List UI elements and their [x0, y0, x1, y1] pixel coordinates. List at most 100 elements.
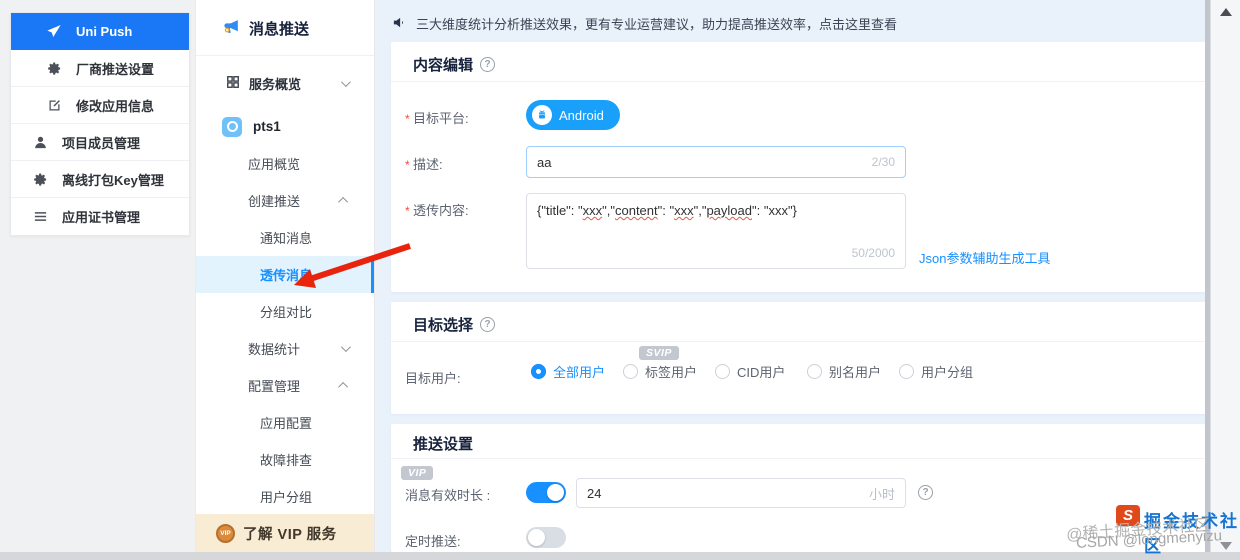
vip-medal-icon: VIP [216, 523, 235, 543]
push-horn-icon [222, 17, 241, 40]
sidebar-item-uni-push[interactable]: Uni Push [11, 13, 189, 50]
desc-input-value: aa [537, 154, 552, 170]
radio-dot [807, 364, 822, 379]
gear-icon [31, 170, 49, 188]
desc-char-counter: 2/30 [871, 155, 895, 169]
sidebar-item-label: 厂商推送设置 [76, 61, 155, 77]
chevron-down-icon [340, 77, 351, 88]
ttl-toggle[interactable] [526, 482, 566, 503]
push-module-sidebar: 消息推送 服务概览 pts1 应用概览 创建推送 通知消息 透传消息 分组对比 [195, 0, 375, 552]
paper-plane-icon [45, 22, 63, 40]
scroll-up-arrow-icon[interactable] [1220, 8, 1232, 16]
menu-item-data-statistics[interactable]: 数据统计 [196, 330, 374, 367]
android-icon [532, 105, 552, 125]
sidebar-item-vendor-push-settings[interactable]: 厂商推送设置 [11, 50, 189, 87]
sidebar-item-label: Uni Push [76, 23, 133, 39]
radio-dot [715, 364, 730, 379]
schedule-toggle[interactable] [526, 527, 566, 548]
menu-item-app-config[interactable]: 应用配置 [196, 404, 374, 441]
divider [391, 341, 1206, 342]
toggle-knob [528, 529, 545, 546]
vip-badge: VIP [401, 466, 434, 480]
ttl-unit: 小时 [868, 486, 895, 502]
radio-dot [531, 364, 546, 379]
content-edit-card: 内容编辑 ? 目标平台: Android 描述: aa 2/30 透传内容: {… [391, 42, 1206, 292]
sidebar-item-offline-key[interactable]: 离线打包Key管理 [11, 161, 189, 198]
menu-item-passthrough-message[interactable]: 透传消息 [196, 256, 374, 293]
divider [391, 81, 1206, 82]
chevron-up-icon [338, 196, 349, 207]
chevron-up-icon [338, 381, 349, 392]
list-icon [31, 208, 49, 226]
target-select-card: 目标选择 ? 目标用户: SVIP 全部用户 标签用户 CID用户 别名用户 用… [391, 302, 1206, 414]
divider [391, 458, 1206, 459]
platform-button-label: Android [559, 107, 604, 123]
radio-all-users[interactable]: 全部用户 [531, 362, 605, 381]
sidebar-item-edit-app-info[interactable]: 修改应用信息 [11, 87, 189, 124]
platform-label: 目标平台: [405, 108, 469, 127]
chevron-down-icon [340, 342, 351, 353]
menu-item-notification-message[interactable]: 通知消息 [196, 219, 374, 256]
scroll-down-arrow-icon[interactable] [1220, 542, 1232, 550]
menu-item-app-overview[interactable]: 应用概览 [196, 145, 374, 182]
section-title: 推送设置 [413, 436, 474, 453]
vertical-scrollbar[interactable] [1210, 0, 1240, 560]
sidebar-item-project-members[interactable]: 项目成员管理 [11, 124, 189, 161]
radio-user-groups[interactable]: 用户分组 [899, 362, 973, 381]
learn-vip-banner[interactable]: VIP 了解 VIP 服务 [196, 514, 374, 552]
android-platform-button[interactable]: Android [526, 100, 620, 130]
payload-label: 透传内容: [405, 200, 469, 219]
sidebar-item-label: 修改应用信息 [76, 98, 155, 114]
section-title: 内容编辑 [413, 57, 474, 74]
radio-dot [899, 364, 914, 379]
payload-textarea[interactable]: {"title": "xxx","content": "xxx","payloa… [526, 193, 906, 269]
ttl-label: 消息有效时长 : [405, 488, 491, 503]
ttl-input-value: 24 [587, 485, 602, 501]
app-nav-sidebar: Uni Push 厂商推送设置 修改应用信息 项目成员管理 离线打包Key管理 … [10, 12, 190, 236]
main-content: 三大维度统计分析推送效果，更有专业运营建议，助力提高推送效率，点击这里查看 内容… [377, 0, 1206, 552]
desc-label: 描述: [405, 154, 443, 173]
speaker-icon [392, 15, 407, 33]
horizontal-scrollbar[interactable] [0, 552, 1240, 560]
menu-item-troubleshoot[interactable]: 故障排查 [196, 441, 374, 478]
menu-item-config-management[interactable]: 配置管理 [196, 367, 374, 404]
module-menu: 服务概览 pts1 应用概览 创建推送 通知消息 透传消息 分组对比 数据统计 … [196, 56, 374, 515]
menu-item-pts1[interactable]: pts1 [196, 108, 374, 145]
toggle-knob [547, 484, 564, 501]
section-header: 内容编辑 ? [413, 54, 496, 75]
gear-icon [45, 59, 63, 77]
radio-dot [623, 364, 638, 379]
sidebar-item-app-certificates[interactable]: 应用证书管理 [11, 198, 189, 235]
menu-item-service-overview[interactable]: 服务概览 [196, 65, 374, 102]
payload-char-counter: 50/2000 [851, 245, 895, 260]
menu-item-group-compare[interactable]: 分组对比 [196, 293, 374, 330]
help-icon[interactable]: ? [480, 57, 496, 72]
member-icon [31, 133, 49, 151]
module-title: 消息推送 [196, 0, 374, 40]
desc-input[interactable]: aa 2/30 [526, 146, 906, 178]
overview-grid-icon [226, 75, 240, 92]
push-settings-card: 推送设置 VIP 消息有效时长 : 24 小时 ? 定时推送: [391, 424, 1206, 552]
ttl-help-icon[interactable]: ? [918, 485, 933, 500]
svip-badge: SVIP [639, 346, 679, 360]
target-user-radio-group: 全部用户 标签用户 CID用户 别名用户 用户分组 [531, 362, 973, 381]
json-tool-link[interactable]: Json参数辅助生成工具 [919, 248, 1050, 267]
notice-text: 三大维度统计分析推送效果，更有专业运营建议，助力提高推送效率，点击这里查看 [416, 17, 898, 32]
section-title: 目标选择 [413, 317, 474, 334]
ttl-input[interactable]: 24 小时 [576, 478, 906, 508]
menu-item-create-push[interactable]: 创建推送 [196, 182, 374, 219]
section-header: 推送设置 [413, 433, 473, 454]
radio-cid-users[interactable]: CID用户 [715, 362, 789, 381]
payload-json-value: {"title": "xxx","content": "xxx","payloa… [537, 203, 797, 218]
sidebar-item-label: 项目成员管理 [62, 135, 141, 151]
help-icon[interactable]: ? [480, 317, 496, 332]
sidebar-item-label: 应用证书管理 [62, 210, 141, 225]
notice-bar[interactable]: 三大维度统计分析推送效果，更有专业运营建议，助力提高推送效率，点击这里查看 [392, 14, 897, 33]
edit-icon [45, 96, 63, 114]
target-user-label: 目标用户: [405, 371, 461, 386]
sidebar-item-label: 离线打包Key管理 [62, 172, 164, 188]
app-icon [222, 116, 242, 137]
radio-alias-users[interactable]: 别名用户 [807, 362, 881, 381]
radio-tag-users[interactable]: 标签用户 [623, 362, 697, 381]
menu-item-user-groups[interactable]: 用户分组 [196, 478, 374, 515]
